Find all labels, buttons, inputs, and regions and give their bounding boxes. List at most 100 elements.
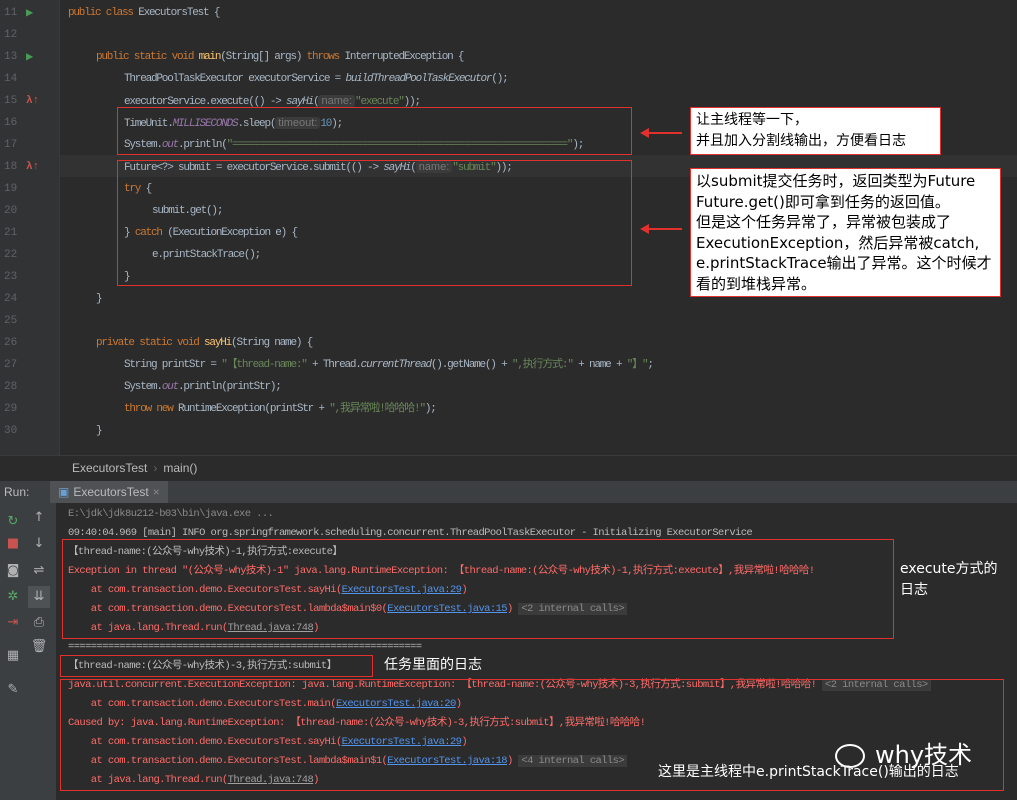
exit-icon[interactable]: ⇥ (2, 612, 24, 634)
print-icon[interactable]: ⎙ (28, 612, 50, 634)
run-tab[interactable]: ▣ ExecutorsTest × (50, 481, 168, 504)
run-icon[interactable]: ▶ (26, 2, 33, 24)
close-icon[interactable]: × (153, 481, 160, 504)
source-link[interactable]: ExecutorsTest.java:18 (387, 755, 507, 767)
code-token: + Thread. (306, 359, 362, 371)
code-token: "】" (626, 359, 649, 371)
code-line: public class ExecutorsTest { (68, 2, 220, 24)
breadcrumb-method[interactable]: main() (163, 461, 197, 475)
code-token: try (124, 183, 146, 195)
soft-wrap-icon[interactable]: ⇌ (28, 560, 50, 582)
note-line: Future.get()即可拿到任务的返回值。 (696, 192, 950, 211)
code-line: } (96, 288, 103, 310)
console-text: at com.transaction.demo.ExecutorsTest.la… (68, 755, 388, 767)
code-token: sayHi (286, 96, 314, 108)
console-text: E:\jdk\jdk8u212-b03\bin\java.exe ... (68, 508, 274, 520)
internal-calls-fold[interactable]: <4 internal calls> (518, 755, 628, 767)
code-token: TimeUnit. (124, 118, 174, 130)
line-number: 21 (4, 227, 18, 239)
line-number: 15 (4, 95, 18, 107)
gutter: 11 ▶ 12 13 ▶ 14 15 λ↑ 16 17 18 λ↑ 19 20 21 22 23 24 25 26 27… (0, 0, 60, 455)
console-line: Exception in thread "(公众号-why技术)-1" java… (68, 562, 815, 581)
code-token: (); (491, 73, 508, 85)
arrow-icon (640, 128, 682, 138)
line-number: 25 (4, 315, 18, 327)
line-number: 12 (4, 29, 18, 41)
code-token: "execute" (355, 96, 405, 108)
scroll-to-end-icon[interactable]: ⇊ (28, 586, 50, 608)
code-token: "【thread-name:" (221, 359, 308, 371)
code-token: } (124, 227, 135, 239)
code-token: MILLISECONDS (172, 118, 239, 130)
console-line: 09:40:04.969 [main] INFO org.springframe… (68, 524, 753, 543)
code-token: .sleep( (237, 118, 276, 130)
layout-icon[interactable]: ▦ (2, 645, 24, 667)
code-editor[interactable]: 11 ▶ 12 13 ▶ 14 15 λ↑ 16 17 18 λ↑ 19 20 21 22 23 24 25 26 27… (0, 0, 1017, 455)
code-line: executorService.execute(() -> sayHi(name… (124, 90, 421, 112)
code-line: } catch (ExecutionException e) { (124, 222, 298, 244)
console-text: java.util.concurrent.ExecutionException:… (68, 679, 823, 691)
code-token: .println( (178, 139, 228, 151)
code-line: public static void main(String[] args) t… (96, 46, 464, 68)
trash-icon[interactable]: 🗑 (28, 636, 50, 658)
line-number: 16 (4, 117, 18, 129)
code-token: RuntimeException(printStr + (178, 403, 330, 415)
code-line: e.printStackTrace(); (152, 244, 261, 266)
code-token: (ExecutionException e) { (167, 227, 298, 239)
source-link[interactable]: ExecutorsTest.java:29 (342, 736, 462, 748)
line-number: 18 (4, 161, 18, 173)
console-text: Exception in thread "(公众号-why技术)-1" java… (68, 565, 815, 577)
console-line: java.util.concurrent.ExecutionException:… (68, 676, 931, 695)
code-line: TimeUnit.MILLISECONDS.sleep(timeout: 10); (124, 112, 343, 134)
code-token: sayHi (204, 337, 232, 349)
stop-icon[interactable]: ■ (2, 533, 24, 555)
code-token: ( (410, 162, 417, 174)
line-number: 28 (4, 381, 18, 393)
annotation-execute-log: execute方式的 日志 (900, 559, 998, 601)
console-line: at com.transaction.demo.ExecutorsTest.ma… (68, 695, 462, 714)
source-link[interactable]: ExecutorsTest.java:29 (342, 584, 462, 596)
code-token: throw new (124, 403, 179, 415)
console-line: 【thread-name:(公众号-why技术)-1,执行方式:execute】 (68, 543, 343, 562)
note-line: 但是这个任务异常了，异常被包装成了 (696, 213, 952, 231)
annotation-submit: 以submit提交任务时，返回类型为Future Future.get()即可拿… (690, 168, 1001, 297)
internal-calls-fold[interactable]: <2 internal calls> (518, 603, 628, 615)
rerun-icon[interactable]: ↻ (2, 511, 24, 533)
source-link[interactable]: ExecutorsTest.java:15 (387, 603, 507, 615)
code-token: out (161, 139, 179, 151)
code-token: } (96, 425, 103, 437)
annotation-sleep: 让主线程等一下， 并且加入分割线输出，方便看日志 (690, 107, 941, 155)
console-text: at java.lang.Thread.run( (68, 774, 228, 786)
source-link[interactable]: Thread.java:748 (228, 774, 314, 786)
run-tool-window-header: Run: ▣ ExecutorsTest × (0, 480, 1017, 504)
code-token: )); (403, 96, 421, 108)
line-number: 26 (4, 337, 18, 349)
run-toolbar: ↻ ↑ ■ ↓ ◙ ⇌ ✲ ⇊ ⇥ ⎙ 🗑 ▦ ✎ (0, 503, 56, 800)
code-line: String printStr = "【thread-name:" + Thre… (124, 354, 654, 376)
console-line: at com.transaction.demo.ExecutorsTest.la… (68, 752, 628, 771)
line-number: 29 (4, 403, 18, 415)
console-text: at com.transaction.demo.ExecutorsTest.sa… (68, 584, 342, 596)
code-line: Future<?> submit = executorService.submi… (124, 156, 513, 178)
console-text: ) (461, 584, 468, 596)
scroll-down-icon[interactable]: ↓ (28, 533, 50, 555)
console-line: at java.lang.Thread.run(Thread.java:748) (68, 771, 320, 790)
code-token: Future<?> submit = executorService.submi… (124, 162, 384, 174)
internal-calls-fold[interactable]: <2 internal calls> (822, 679, 931, 691)
source-link[interactable]: Thread.java:748 (228, 622, 314, 634)
restore-icon[interactable]: ✲ (2, 586, 24, 608)
note-line: 让主线程等一下， (696, 112, 808, 128)
code-token: } (96, 293, 103, 305)
camera-icon[interactable]: ◙ (2, 560, 24, 582)
code-token: )); (495, 162, 512, 174)
source-link[interactable]: ExecutorsTest.java:20 (336, 698, 456, 710)
pin-icon[interactable]: ✎ (2, 679, 24, 701)
code-token: ); (572, 139, 584, 151)
run-icon[interactable]: ▶ (26, 46, 33, 68)
scroll-up-icon[interactable]: ↑ (28, 507, 50, 529)
wechat-icon (835, 744, 865, 768)
code-line: ThreadPoolTaskExecutor executorService =… (124, 68, 509, 90)
annotation-task-log: 任务里面的日志 (384, 657, 482, 673)
breadcrumb-class[interactable]: ExecutorsTest (72, 461, 147, 475)
code-line: try { (124, 178, 152, 200)
